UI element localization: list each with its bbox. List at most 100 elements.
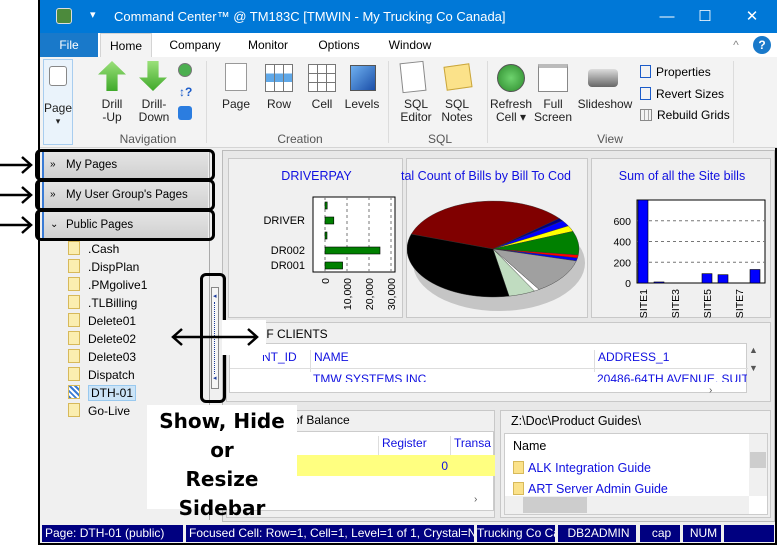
sql-notes-button[interactable]: SQL Notes bbox=[438, 98, 476, 124]
drill-down-button[interactable]: Drill- Down bbox=[134, 98, 174, 124]
quick-access-dropdown-icon[interactable]: ▾ bbox=[90, 8, 96, 21]
scroll-down-icon[interactable]: ▼ bbox=[749, 363, 758, 373]
x-tick-label: SITE7 bbox=[734, 289, 746, 318]
page-label: Delete03 bbox=[88, 350, 137, 364]
folder-icon bbox=[513, 461, 524, 474]
grid-cell[interactable]: TMW SYSTEMS INC bbox=[313, 372, 426, 382]
levels-button[interactable]: Levels bbox=[342, 98, 382, 111]
x-tick-label: 30,000 bbox=[386, 278, 398, 310]
site-bills-chart: 0 200 400 600 SITE1 SITE3 SITE5 SITE7 bbox=[613, 199, 766, 318]
panel-title: Z:\Doc\Product Guides\ bbox=[511, 414, 641, 428]
status-num: NUM bbox=[683, 525, 721, 542]
cell-icon bbox=[308, 64, 336, 92]
list-item[interactable]: ART Server Admin Guide bbox=[513, 482, 668, 495]
group-label-creation: Creation bbox=[277, 132, 323, 146]
tab-window[interactable]: Window bbox=[378, 33, 442, 57]
page-label: .DispPlan bbox=[88, 260, 140, 274]
file-list[interactable]: Name ALK Integration Guide ART Server Ad… bbox=[504, 433, 768, 515]
y-tick-label: DR001 bbox=[271, 260, 305, 272]
page-label: .Cash bbox=[88, 242, 120, 256]
page-nav-button[interactable]: Page ▾ bbox=[43, 59, 73, 145]
driverpay-chart: 0 10,000 20,000 30,000 DRIVER DR002 DR001 bbox=[263, 196, 398, 310]
sidebar-page-item[interactable]: Go-Live bbox=[68, 402, 130, 420]
scroll-up-icon[interactable]: ▲ bbox=[749, 345, 758, 355]
scroll-right-icon[interactable]: › bbox=[709, 385, 712, 396]
clients-grid[interactable]: NT_ID NAME ADDRESS_1 TMW SYSTEMS INC 204… bbox=[229, 343, 748, 393]
clients-panel: OF CLIENTS NT_ID NAME ADDRESS_1 TMW SYST… bbox=[226, 322, 771, 402]
group-divider bbox=[733, 61, 734, 143]
sidebar-page-item[interactable]: Delete03 bbox=[68, 348, 136, 366]
sidebar-page-item[interactable]: DTH-01 bbox=[68, 384, 137, 402]
column-header[interactable]: Register bbox=[378, 436, 450, 456]
collapse-ribbon-icon[interactable]: ^ bbox=[728, 33, 744, 57]
rebuild-grids-label: Rebuild Grids bbox=[657, 108, 730, 122]
sql-editor-button[interactable]: SQL Editor bbox=[396, 98, 436, 124]
panel-title: OF CLIENTS bbox=[257, 327, 328, 341]
drill-up-button[interactable]: Drill -Up bbox=[94, 98, 130, 124]
tab-options[interactable]: Options bbox=[308, 33, 370, 57]
sidebar-page-item[interactable]: .PMgolive1 bbox=[68, 276, 147, 294]
properties-icon bbox=[640, 65, 651, 78]
bar bbox=[749, 269, 761, 284]
help-icon[interactable]: ? bbox=[753, 36, 771, 54]
file-menu[interactable]: File bbox=[40, 33, 98, 57]
tab-monitor[interactable]: Monitor bbox=[238, 33, 298, 57]
create-page-button[interactable]: Page bbox=[218, 98, 254, 111]
product-guides-panel: Z:\Doc\Product Guides\ Name ALK Integrat… bbox=[500, 410, 771, 518]
column-header[interactable]: NT_ID bbox=[262, 350, 297, 364]
column-header[interactable]: Transa bbox=[450, 436, 491, 456]
column-header-name[interactable]: Name bbox=[513, 439, 546, 453]
title-bar: ▾ Command Center™ @ TM183C [TMWIN - My T… bbox=[40, 0, 777, 33]
close-button[interactable]: ✕ bbox=[737, 6, 767, 28]
properties-button[interactable]: Properties bbox=[640, 65, 711, 79]
annotation-arrows bbox=[0, 156, 33, 234]
vertical-scrollbar[interactable] bbox=[749, 434, 767, 496]
help-navigate-icon[interactable]: ↕? bbox=[179, 85, 192, 99]
create-cell-button[interactable]: Cell bbox=[303, 98, 341, 111]
page-label: Delete01 bbox=[88, 314, 137, 328]
scroll-thumb[interactable] bbox=[523, 497, 587, 513]
status-company: Trucking Co Car bbox=[477, 525, 555, 542]
horizontal-scrollbar[interactable] bbox=[505, 496, 749, 514]
group-divider bbox=[388, 61, 389, 143]
revert-sizes-icon bbox=[640, 87, 651, 100]
sidebar-page-item[interactable]: Dispatch bbox=[68, 366, 135, 384]
resize-grip[interactable] bbox=[724, 525, 774, 542]
tab-company[interactable]: Company bbox=[160, 33, 230, 57]
drill-up-icon[interactable] bbox=[98, 61, 126, 91]
sidebar-page-item[interactable]: Delete02 bbox=[68, 330, 136, 348]
app-icon bbox=[56, 8, 72, 24]
group-divider bbox=[206, 61, 207, 143]
window-title: Command Center™ @ TM183C [TMWIN - My Tru… bbox=[114, 9, 506, 24]
tab-home[interactable]: Home bbox=[100, 33, 152, 57]
minimize-button[interactable]: — bbox=[652, 6, 682, 28]
scroll-right-icon[interactable]: › bbox=[474, 494, 477, 505]
sidebar-page-item[interactable]: .TLBilling bbox=[68, 294, 137, 312]
sync-icon[interactable] bbox=[178, 106, 192, 120]
sidebar-page-item[interactable]: .DispPlan bbox=[68, 258, 139, 276]
list-item[interactable]: ALK Integration Guide bbox=[513, 461, 651, 475]
bar bbox=[701, 273, 713, 284]
go-to-icon[interactable] bbox=[178, 63, 192, 77]
maximize-button[interactable]: ☐ bbox=[690, 6, 720, 28]
bar bbox=[324, 201, 328, 210]
bills-pie-chart bbox=[407, 200, 585, 311]
create-row-button[interactable]: Row bbox=[260, 98, 298, 111]
full-screen-icon bbox=[538, 64, 568, 92]
slideshow-button[interactable]: Slideshow bbox=[576, 98, 634, 111]
driverpay-chart-panel[interactable]: DRIVERPAY 0 10,000 20,000 30,000 DRIVER DR002… bbox=[228, 158, 403, 318]
bills-pie-panel[interactable]: tal Count of Bills by Bill To Cod bbox=[401, 158, 588, 318]
page-icon bbox=[68, 331, 80, 345]
drill-down-icon[interactable] bbox=[139, 61, 167, 91]
grid-cell[interactable]: 20486-64TH AVENUE, SUIT bbox=[597, 372, 747, 382]
ribbon-tabs: File Home Company Monitor Options Window… bbox=[40, 33, 777, 57]
revert-sizes-button[interactable]: Revert Sizes bbox=[640, 87, 724, 101]
rebuild-grids-button[interactable]: Rebuild Grids bbox=[640, 108, 730, 122]
sidebar-page-item[interactable]: Delete01 bbox=[68, 312, 136, 330]
site-bills-chart-panel[interactable]: Sum of all the Site bills 0 200 400 600 SITE… bbox=[591, 158, 771, 318]
page-label: Delete02 bbox=[88, 332, 137, 346]
refresh-cell-button[interactable]: Refresh Cell ▾ bbox=[490, 98, 532, 124]
scroll-thumb[interactable] bbox=[750, 452, 766, 468]
sidebar-page-item[interactable]: .Cash bbox=[68, 240, 119, 258]
full-screen-button[interactable]: Full Screen bbox=[532, 98, 574, 124]
